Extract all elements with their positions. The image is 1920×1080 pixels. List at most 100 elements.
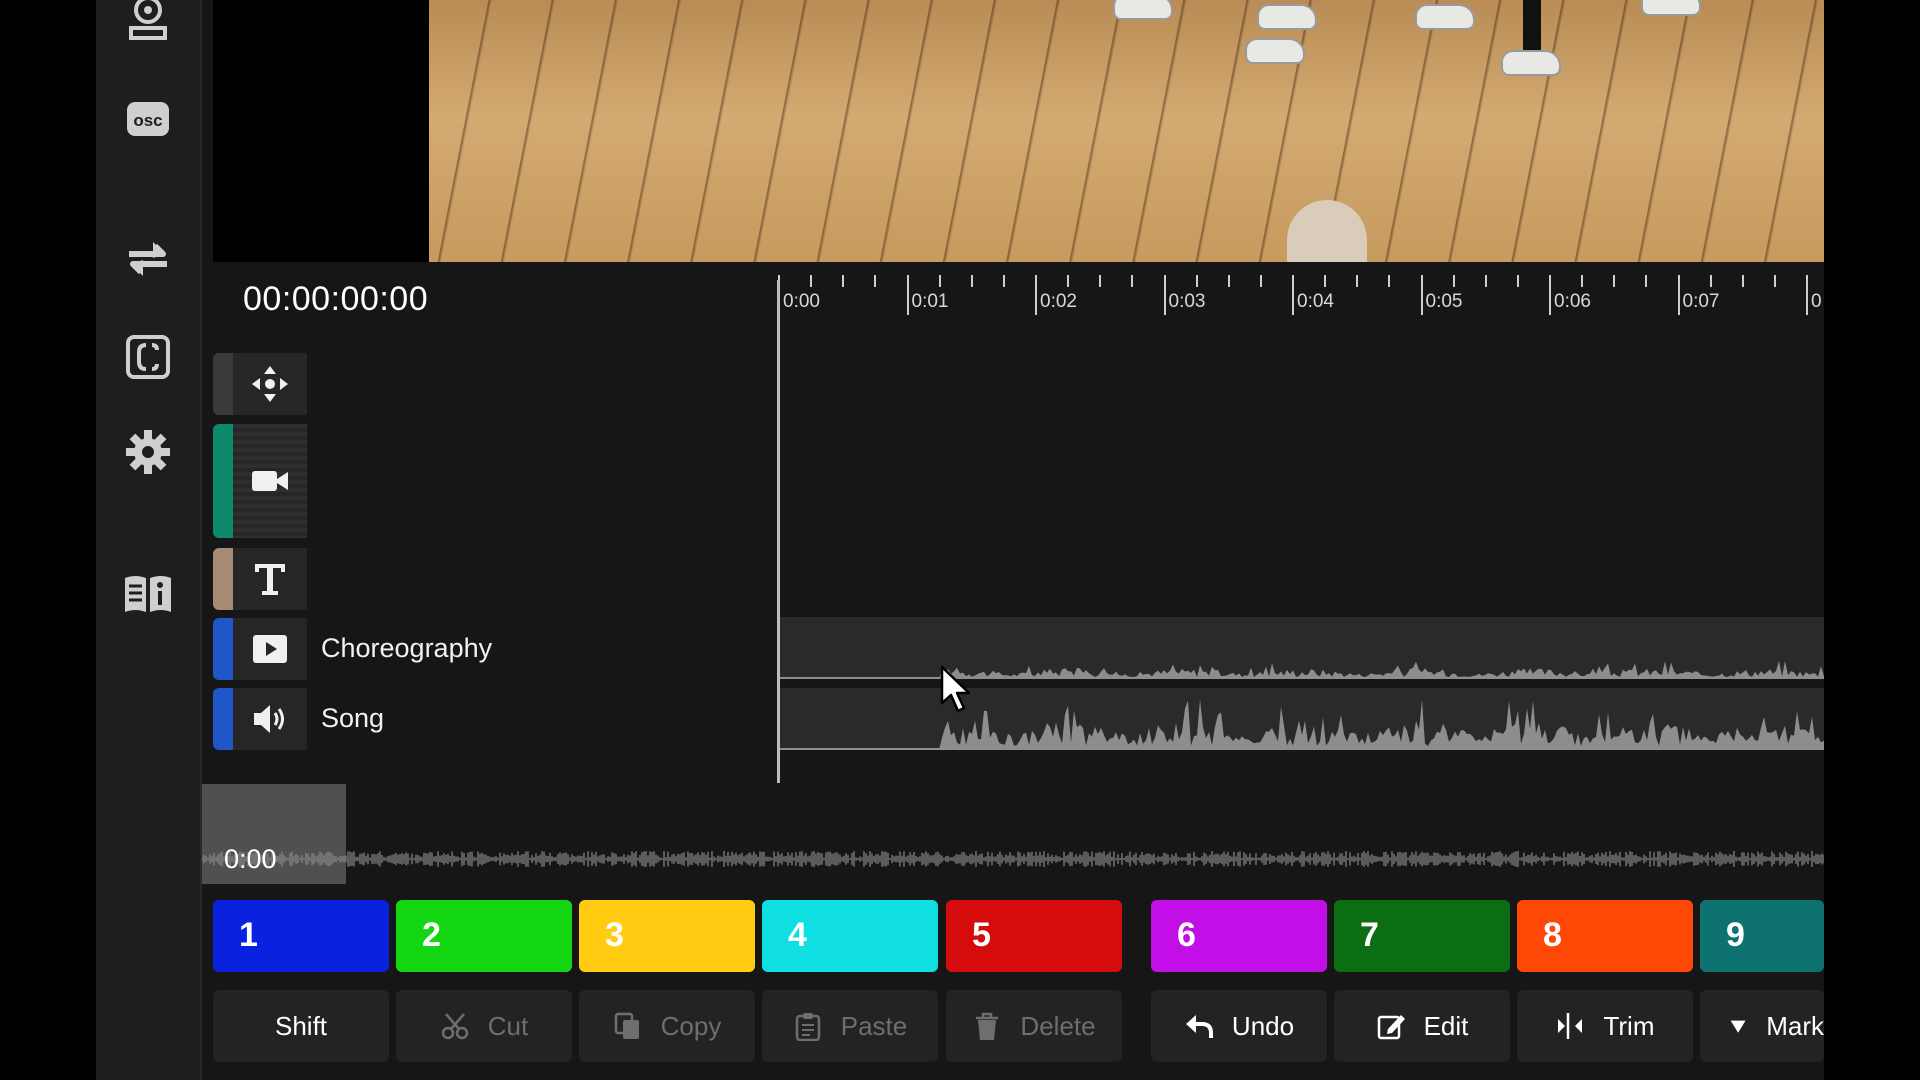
- action-label: Mark: [1766, 1010, 1824, 1041]
- copy-button[interactable]: Copy: [579, 990, 755, 1062]
- cut-button[interactable]: Cut: [396, 990, 572, 1062]
- track-color-bar: [213, 548, 233, 610]
- ruler-minor-tick: [1741, 275, 1744, 287]
- video-preview[interactable]: [213, 0, 1824, 262]
- track-color-bar: [213, 618, 233, 680]
- delete-button[interactable]: Delete: [946, 990, 1122, 1062]
- song-waveform: [780, 699, 1824, 750]
- manual-book-icon[interactable]: [121, 566, 175, 620]
- timeline-ruler[interactable]: 0:00 0:01 0:02 0:03 0:04 0:05 0:06 0:07 0: [778, 275, 1824, 315]
- bracket-icon[interactable]: [121, 330, 175, 384]
- ruler-minor-tick: [1131, 275, 1134, 287]
- ruler-major-tick: [906, 275, 909, 315]
- marker-button-9[interactable]: 9: [1700, 900, 1824, 972]
- trim-icon: [1558, 1013, 1583, 1039]
- move-arrows-icon[interactable]: [233, 353, 307, 415]
- action-label: Paste: [840, 1010, 908, 1041]
- marker-button-3[interactable]: 3: [579, 900, 755, 972]
- shift-button[interactable]: Shift: [213, 990, 389, 1062]
- marker-button-8[interactable]: 8: [1517, 900, 1693, 972]
- ruler-minor-tick: [874, 275, 877, 287]
- ruler-minor-tick: [1324, 275, 1327, 287]
- ruler-label: 0:05: [1425, 291, 1463, 312]
- marker-button-7[interactable]: 7: [1334, 900, 1510, 972]
- ruler-minor-tick: [1709, 275, 1712, 287]
- osc-label: osc: [133, 111, 162, 130]
- ruler-minor-tick: [1259, 275, 1262, 287]
- ruler-major-tick: [1420, 275, 1423, 315]
- trash-icon: [976, 1012, 999, 1040]
- ruler-minor-tick: [1452, 275, 1455, 287]
- play-box-icon[interactable]: [233, 618, 307, 680]
- ruler-minor-tick: [1067, 275, 1070, 287]
- marker-number: 6: [1177, 916, 1196, 954]
- ruler-minor-tick: [970, 275, 973, 287]
- marker-button-4[interactable]: 4: [762, 900, 938, 972]
- ruler-minor-tick: [1388, 275, 1391, 287]
- left-sidebar: osc: [96, 0, 202, 1080]
- ruler-minor-tick: [810, 275, 813, 287]
- ruler-label: 0:07: [1682, 291, 1720, 312]
- speaker-icon[interactable]: [233, 688, 307, 750]
- track-color-bar: [213, 688, 233, 750]
- song-clip[interactable]: [780, 688, 1824, 750]
- shoe: [1415, 4, 1475, 30]
- marker-button-2[interactable]: 2: [396, 900, 572, 972]
- marker-button-6[interactable]: 6: [1151, 900, 1327, 972]
- overview-strip[interactable]: 0:00: [202, 784, 1824, 884]
- waveform-baseline: [780, 677, 1824, 679]
- clipboard-icon: [795, 1013, 820, 1041]
- scissors-icon: [441, 1013, 469, 1040]
- edit-button[interactable]: Edit: [1334, 990, 1510, 1062]
- undo-button[interactable]: Undo: [1151, 990, 1327, 1062]
- trim-button[interactable]: Trim: [1517, 990, 1693, 1062]
- waveform-baseline: [780, 748, 1824, 750]
- ruler-label: 0:03: [1168, 291, 1206, 312]
- playhead[interactable]: [777, 280, 780, 783]
- marker-number: 2: [422, 916, 441, 954]
- plush-toy: [1287, 200, 1367, 262]
- ruler-minor-tick: [1645, 275, 1648, 287]
- marker-number: 7: [1360, 916, 1379, 954]
- swap-arrows-icon[interactable]: [121, 232, 175, 286]
- shoe: [1245, 38, 1305, 64]
- waveform-shape: [780, 660, 1824, 679]
- track-label-choreography: Choreography: [321, 633, 493, 663]
- ruler-major-tick: [1035, 275, 1037, 315]
- ruler-minor-tick: [842, 275, 845, 287]
- video-camera-icon[interactable]: [233, 424, 307, 538]
- action-label: Copy: [660, 1010, 722, 1041]
- ruler-label: 0:00: [783, 291, 820, 312]
- undo-arrow-icon: [1185, 1015, 1213, 1038]
- marker-triangle-icon: [1730, 1020, 1746, 1033]
- action-label: Shift: [274, 1010, 328, 1041]
- waveform-shape: [780, 699, 1824, 750]
- recorder-icon[interactable]: [121, 0, 175, 46]
- ruler-label: 0:04: [1297, 291, 1334, 312]
- gear-icon[interactable]: [121, 425, 175, 479]
- text-t-icon[interactable]: [233, 548, 307, 610]
- mark-button[interactable]: Mark: [1700, 990, 1824, 1062]
- ruler-label: 0:01: [911, 291, 949, 312]
- marker-button-5[interactable]: 5: [946, 900, 1122, 972]
- ruler-major-tick: [1677, 275, 1680, 315]
- paste-button[interactable]: Paste: [762, 990, 938, 1062]
- choreography-clip[interactable]: [780, 617, 1824, 679]
- overview-waveform: [202, 851, 1824, 867]
- osc-button[interactable]: osc: [121, 92, 175, 146]
- shoe: [1257, 4, 1317, 30]
- choreography-waveform: [780, 660, 1824, 679]
- copy-icon: [614, 1012, 639, 1039]
- marker-number: 1: [239, 916, 258, 954]
- marker-number: 5: [972, 916, 991, 954]
- marker-button-1[interactable]: 1: [213, 900, 389, 972]
- ruler-minor-tick: [1613, 275, 1616, 287]
- ruler-minor-tick: [1002, 275, 1005, 287]
- ruler-label: 0:06: [1554, 291, 1591, 312]
- ruler-label: 0: [1811, 291, 1822, 312]
- ruler-major-tick: [1163, 275, 1166, 315]
- action-label: Undo: [1231, 1010, 1295, 1041]
- ruler-minor-tick: [1227, 275, 1230, 287]
- shoe: [1501, 50, 1561, 76]
- ruler-minor-tick: [1581, 275, 1584, 287]
